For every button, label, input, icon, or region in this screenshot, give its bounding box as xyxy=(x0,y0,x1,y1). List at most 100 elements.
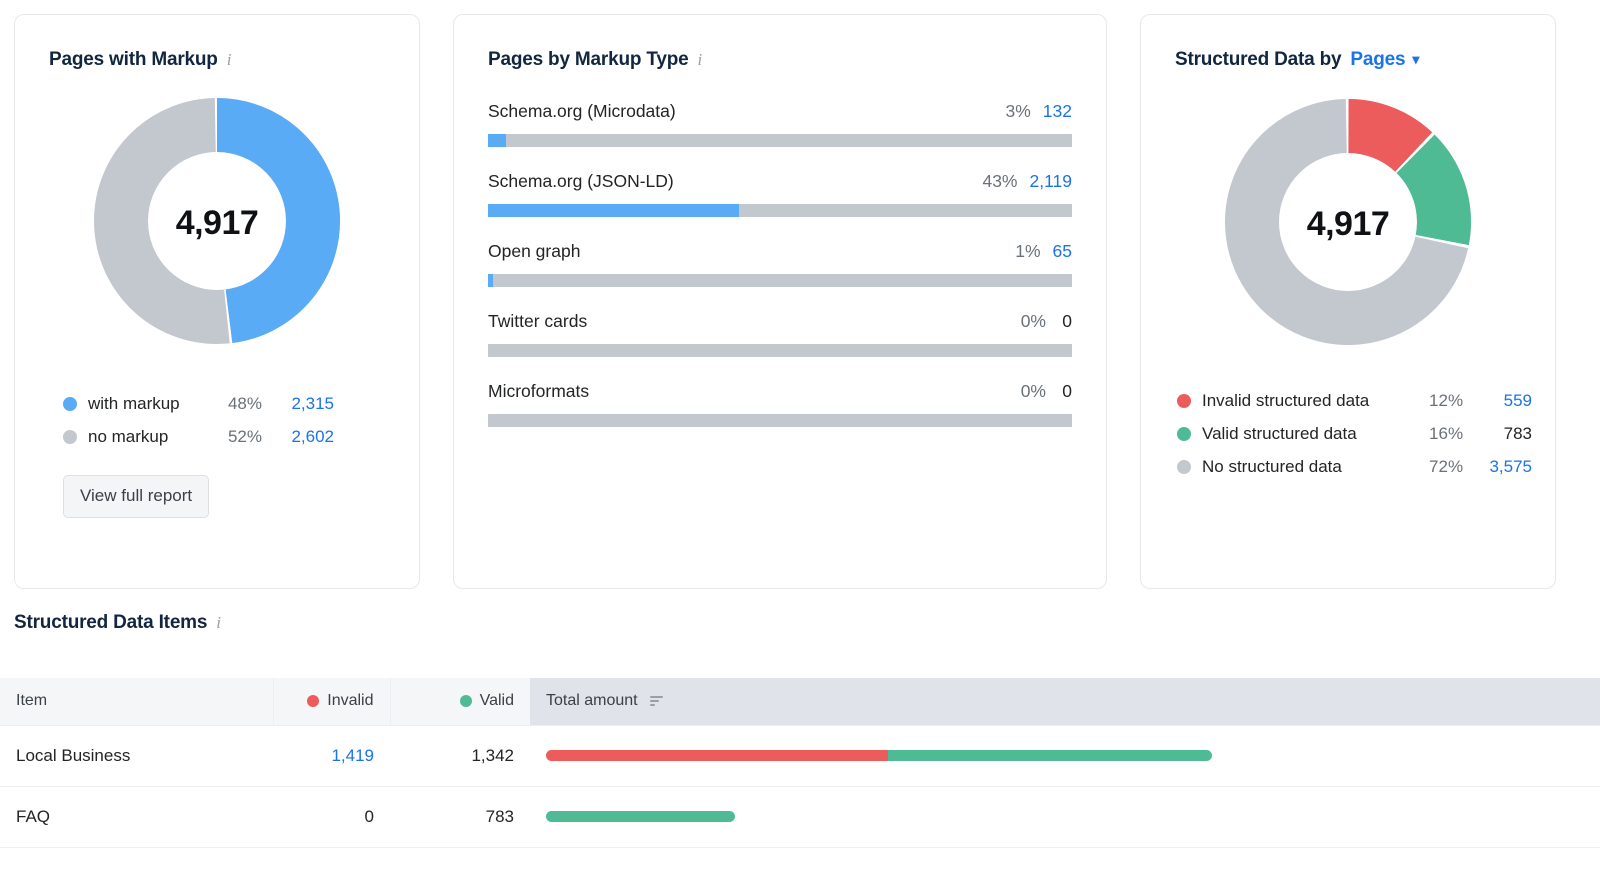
legend-item-no-structured-data[interactable]: No structured data 72% 3,575 xyxy=(1177,450,1532,483)
column-header-total-amount[interactable]: Total amount xyxy=(530,678,1600,726)
bar-head: Microformats 0% 0 xyxy=(488,381,1072,402)
bar-value[interactable]: 65 xyxy=(1053,241,1072,262)
table-body: Local Business 1,419 1,342 FAQ 0 783 xyxy=(0,725,1600,848)
bar-value[interactable]: 2,119 xyxy=(1030,171,1073,192)
pages-with-markup-donut[interactable]: 4,917 xyxy=(94,98,340,349)
cell-valid: 1,342 xyxy=(390,725,530,787)
legend-value[interactable]: 2,602 xyxy=(262,427,334,447)
card-title-text: Pages with Markup xyxy=(49,49,218,70)
bar-label: Microformats xyxy=(488,381,590,401)
structured-data-dashboard: Pages with Markup i 4,917 with markup 48… xyxy=(0,0,1600,885)
bar-percent: 0% xyxy=(1020,311,1046,331)
stacked-bar-valid-segment xyxy=(888,750,1212,761)
legend-item-with-markup[interactable]: with markup 48% 2,315 xyxy=(63,387,341,420)
bar-block-microdata: Schema.org (Microdata) 3% 132 xyxy=(488,101,1072,147)
info-icon[interactable]: i xyxy=(698,51,703,70)
valid-dot-icon xyxy=(459,695,472,708)
section-title-text: Structured Data Items xyxy=(14,612,208,633)
legend-value[interactable]: 559 xyxy=(1463,391,1532,411)
structured-data-legend: Invalid structured data 12% 559 Valid st… xyxy=(1177,384,1532,483)
cell-total-amount xyxy=(530,725,1600,787)
legend-value: 783 xyxy=(1503,423,1532,443)
legend-percent: 52% xyxy=(227,426,262,446)
bar-block-open-graph: Open graph 1% 65 xyxy=(488,241,1072,287)
bar-track xyxy=(488,274,1072,287)
bar-block-microformats: Microformats 0% 0 xyxy=(488,381,1072,427)
column-header-invalid[interactable]: Invalid xyxy=(272,678,390,726)
legend-value[interactable]: 2,315 xyxy=(262,394,334,414)
cell-item: Local Business xyxy=(0,725,273,787)
donut-center-value: 4,917 xyxy=(1306,205,1390,243)
donut-center-value: 4,917 xyxy=(175,204,259,242)
view-full-report-button[interactable]: View full report xyxy=(63,475,210,518)
column-header-content: Invalid xyxy=(290,692,374,710)
invalid-dot-icon xyxy=(307,695,320,708)
stacked-bar xyxy=(546,811,735,822)
stacked-bar-invalid-segment xyxy=(546,750,889,761)
column-label: Item xyxy=(16,692,48,710)
cell-item: FAQ xyxy=(0,786,273,848)
bar-block-twitter-cards: Twitter cards 0% 0 xyxy=(488,311,1072,357)
info-icon[interactable]: i xyxy=(227,51,232,70)
legend-dot-blue xyxy=(63,396,77,411)
bar-head: Open graph 1% 65 xyxy=(488,241,1072,262)
bar-block-jsonld: Schema.org (JSON-LD) 43% 2,119 xyxy=(488,171,1072,217)
card-title-text: Structured Data by xyxy=(1175,49,1342,70)
legend-item-invalid-structured-data[interactable]: Invalid structured data 12% 559 xyxy=(1177,384,1532,417)
column-header-content: Valid xyxy=(407,692,514,710)
table-row[interactable]: FAQ 0 783 xyxy=(0,786,1600,848)
bar-percent: 0% xyxy=(1020,381,1046,401)
bar-label: Schema.org (Microdata) xyxy=(488,101,676,121)
bar-label: Open graph xyxy=(488,241,581,261)
bar-fill xyxy=(488,204,740,217)
legend-dot-green xyxy=(1177,426,1191,441)
legend-item-valid-structured-data[interactable]: Valid structured data 16% 783 xyxy=(1177,417,1532,450)
pages-by-markup-type-card: Pages by Markup Type i Schema.org (Micro… xyxy=(453,14,1107,589)
bar-track xyxy=(488,414,1072,427)
bar-percent: 3% xyxy=(1005,101,1031,121)
table-header: Item Invalid Valid Total amount xyxy=(0,678,1600,726)
sort-icon[interactable] xyxy=(649,696,663,707)
structured-data-donut-wrap: 4,917 xyxy=(1141,99,1555,350)
bar-track xyxy=(488,344,1072,357)
structured-data-by-card: Structured Data by Pages ▾ 4,917 Invalid… xyxy=(1140,14,1556,589)
legend-dot-gray xyxy=(1177,459,1191,474)
bar-percent: 1% xyxy=(1015,241,1041,261)
bar-head: Schema.org (JSON-LD) 43% 2,119 xyxy=(488,171,1072,192)
column-label: Invalid xyxy=(327,692,374,710)
stacked-bar xyxy=(546,750,1212,761)
structured-data-by-title: Structured Data by Pages ▾ xyxy=(1141,15,1555,71)
legend-dot-gray xyxy=(63,429,77,444)
selector-value: Pages xyxy=(1350,49,1406,70)
structured-data-by-selector[interactable]: Pages ▾ xyxy=(1350,49,1419,71)
pages-with-markup-donut-wrap: 4,917 xyxy=(15,98,419,349)
table-row[interactable]: Local Business 1,419 1,342 xyxy=(0,725,1600,787)
bar-fill xyxy=(488,134,506,147)
structured-data-items-title: Structured Data Items i xyxy=(14,612,221,634)
cards-row: Pages with Markup i 4,917 with markup 48… xyxy=(0,0,1600,589)
stacked-bar-valid-segment xyxy=(546,811,735,822)
legend-label: no markup xyxy=(88,426,169,446)
column-label: Total amount xyxy=(546,692,638,710)
cell-valid: 783 xyxy=(390,786,530,848)
column-header-item[interactable]: Item xyxy=(0,678,273,726)
legend-label: with markup xyxy=(88,393,180,413)
table-header-row: Item Invalid Valid Total amount xyxy=(0,678,1600,726)
bar-value[interactable]: 132 xyxy=(1043,101,1072,122)
info-icon[interactable]: i xyxy=(216,614,221,633)
legend-percent: 48% xyxy=(227,393,262,413)
markup-type-bars: Schema.org (Microdata) 3% 132 Schema.org… xyxy=(454,71,1106,427)
structured-data-donut[interactable]: 4,917 xyxy=(1225,99,1471,350)
legend-item-no-markup[interactable]: no markup 52% 2,602 xyxy=(63,420,341,453)
legend-percent: 12% xyxy=(1429,390,1464,410)
pages-by-markup-type-title: Pages by Markup Type i xyxy=(454,15,1106,71)
bar-head: Twitter cards 0% 0 xyxy=(488,311,1072,332)
bar-value: 0 xyxy=(1062,311,1072,331)
bar-label: Twitter cards xyxy=(488,311,588,331)
legend-value[interactable]: 3,575 xyxy=(1463,457,1532,477)
legend-percent: 16% xyxy=(1429,423,1464,443)
legend-percent: 72% xyxy=(1429,456,1464,476)
column-header-valid[interactable]: Valid xyxy=(389,678,530,726)
cell-invalid[interactable]: 1,419 xyxy=(273,725,390,787)
structured-data-items-table: Item Invalid Valid Total amount Local Bu… xyxy=(0,678,1600,848)
